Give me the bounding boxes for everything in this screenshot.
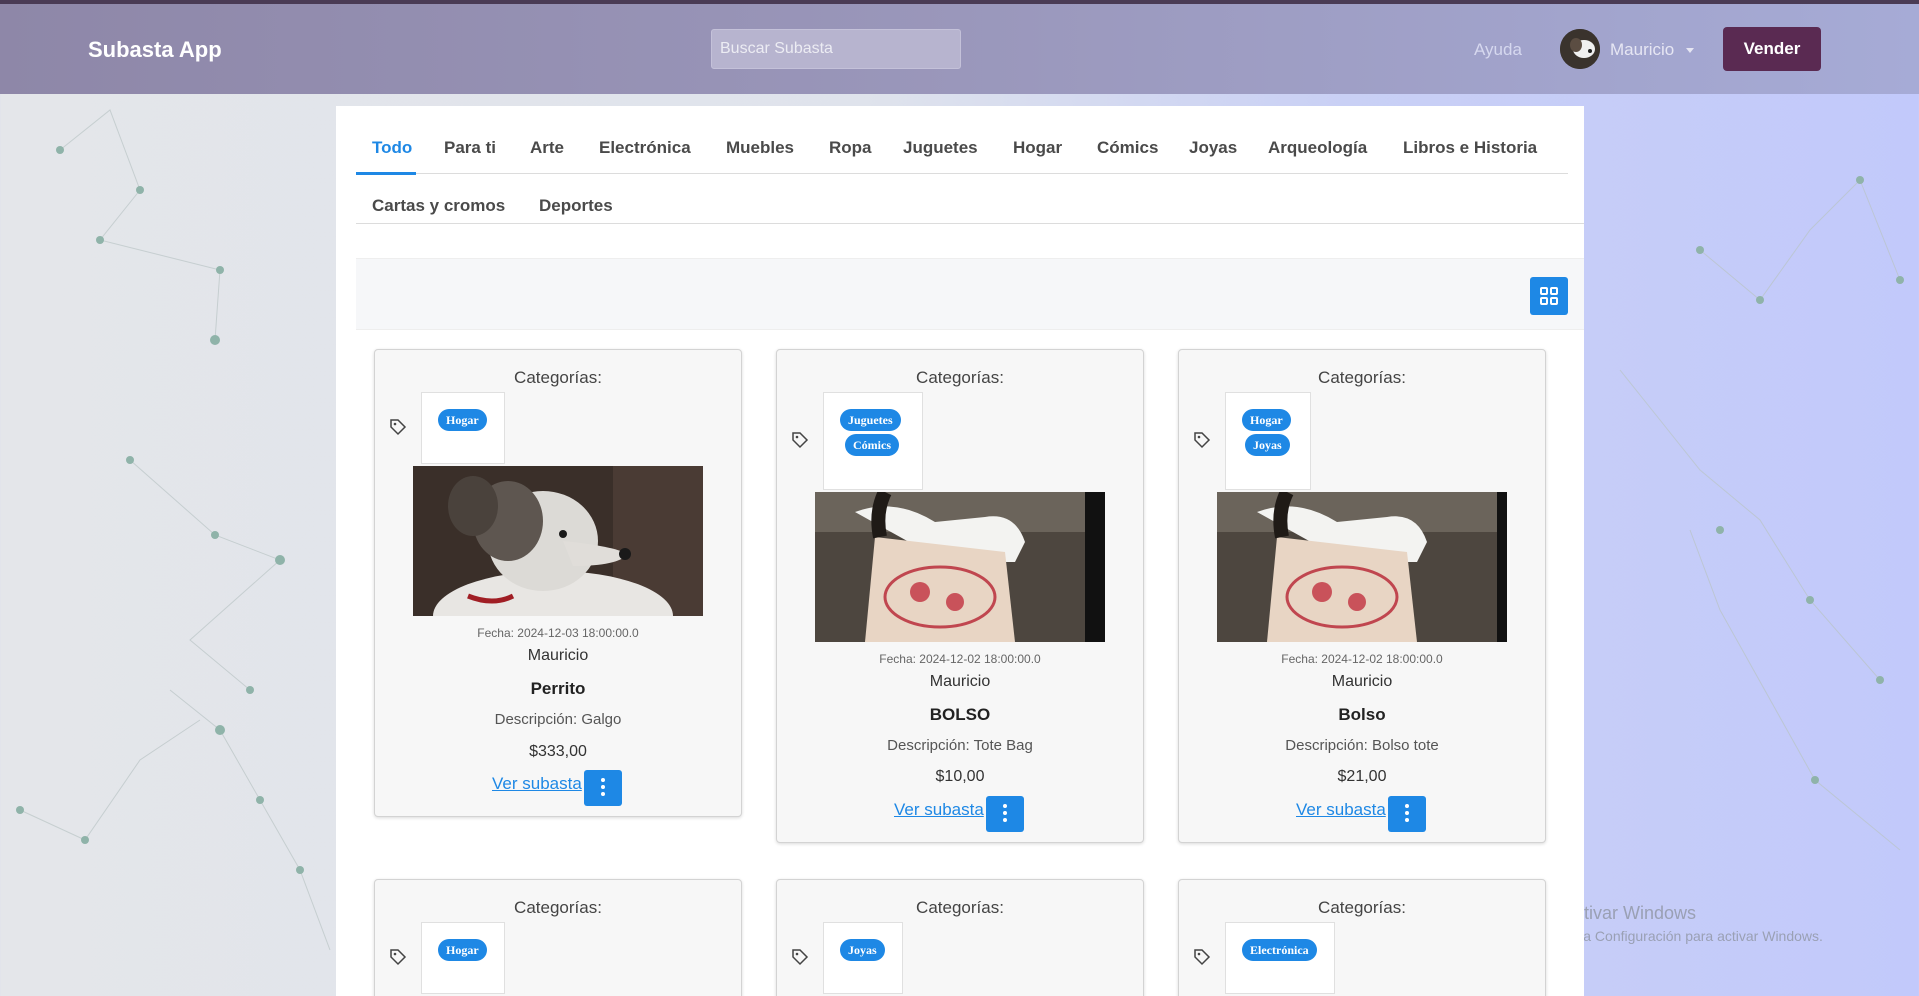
auction-price: $333,00: [529, 743, 587, 760]
auction-description: Descripción: Galgo: [494, 711, 622, 728]
more-options-button[interactable]: [986, 796, 1024, 832]
tag-icon: [390, 419, 407, 436]
tab-cartas-y-cromos[interactable]: Cartas y cromos: [372, 196, 505, 216]
category-tabs: Todo Para ti Arte Electrónica Muebles Ro…: [356, 106, 1568, 175]
auction-author: Mauricio: [1331, 673, 1393, 690]
auction-card: Categorías: Electrónica: [1178, 879, 1546, 996]
categories-box: Hogar Joyas: [1225, 392, 1311, 490]
auction-date: Fecha: 2024-12-02 18:00:00.0: [879, 652, 1041, 666]
tag-icon: [1194, 949, 1211, 966]
kebab-menu-icon: [601, 778, 605, 782]
tab-joyas[interactable]: Joyas: [1189, 138, 1237, 158]
auction-image[interactable]: [413, 466, 703, 616]
category-badge[interactable]: Hogar: [438, 939, 487, 961]
category-badge[interactable]: Hogar: [1242, 409, 1291, 431]
tab-para-ti[interactable]: Para ti: [444, 138, 496, 158]
main-panel: Todo Para ti Arte Electrónica Muebles Ro…: [336, 106, 1584, 996]
tab-juguetes[interactable]: Juguetes: [903, 138, 978, 158]
auction-author: Mauricio: [929, 673, 991, 690]
tab-muebles[interactable]: Muebles: [726, 138, 794, 158]
categories-box: Hogar: [421, 922, 505, 994]
categories-title: Categorías:: [514, 368, 602, 387]
tab-hogar[interactable]: Hogar: [1013, 138, 1062, 158]
grid-icon: [1540, 287, 1558, 305]
more-options-button[interactable]: [1388, 796, 1426, 832]
view-toolbar: [356, 258, 1584, 330]
category-badge[interactable]: Joyas: [840, 939, 885, 961]
tab-arte[interactable]: Arte: [530, 138, 564, 158]
categories-box: Juguetes Cómics: [823, 392, 923, 490]
tab-electronica[interactable]: Electrónica: [599, 138, 691, 158]
auction-card: Categorías: Hogar: [374, 879, 742, 996]
dog-photo: [413, 466, 703, 616]
category-badge[interactable]: Cómics: [845, 434, 899, 456]
auction-card: Categorías: Hogar Joyas Fecha: 2024-12-0…: [1178, 349, 1546, 843]
top-accent-line: [0, 0, 1919, 4]
auction-price: $10,00: [935, 768, 985, 785]
tab-libros-e-historia[interactable]: Libros e Historia: [1403, 138, 1537, 158]
category-badge[interactable]: Joyas: [1245, 434, 1290, 456]
tote-bag-photo: [1217, 492, 1507, 642]
auction-name: Bolso: [1338, 705, 1386, 724]
auction-date: Fecha: 2024-12-02 18:00:00.0: [1281, 652, 1443, 666]
tab-arqueologia[interactable]: Arqueología: [1268, 138, 1367, 158]
category-tabs-row2: Cartas y cromos Deportes: [356, 174, 1584, 224]
categories-title: Categorías:: [1318, 898, 1406, 917]
auction-name: Perrito: [530, 679, 586, 698]
auction-card: Categorías: Hogar Fecha: 2024-12-03 18:0…: [374, 349, 742, 817]
categories-box: Joyas: [823, 922, 903, 994]
tag-icon: [792, 949, 809, 966]
tag-icon: [792, 432, 809, 449]
tag-icon: [1194, 432, 1211, 449]
categories-title: Categorías:: [1318, 368, 1406, 387]
auction-description: Descripción: Tote Bag: [887, 737, 1033, 754]
auction-date: Fecha: 2024-12-03 18:00:00.0: [477, 626, 639, 640]
auction-image[interactable]: [815, 492, 1105, 642]
categories-box: Hogar: [421, 392, 505, 464]
category-badge[interactable]: Hogar: [438, 409, 487, 431]
category-badge[interactable]: Electrónica: [1242, 939, 1317, 961]
search-input[interactable]: [711, 29, 961, 69]
user-avatar[interactable]: [1560, 29, 1600, 69]
tab-ropa[interactable]: Ropa: [829, 138, 872, 158]
categories-title: Categorías:: [916, 368, 1004, 387]
auction-author: Mauricio: [527, 647, 589, 664]
tab-deportes[interactable]: Deportes: [539, 196, 613, 216]
categories-title: Categorías:: [514, 898, 602, 917]
view-auction-link[interactable]: Ver subasta: [894, 800, 984, 820]
brand-logo[interactable]: Subasta App: [88, 37, 222, 63]
kebab-menu-icon: [1405, 804, 1409, 808]
categories-title: Categorías:: [916, 898, 1004, 917]
grid-view-button[interactable]: [1530, 277, 1568, 315]
windows-activation-subtitle: Ve a Configuración para activar Windows.: [1563, 928, 1823, 944]
user-menu-name[interactable]: Mauricio: [1610, 40, 1674, 60]
auction-name: BOLSO: [929, 705, 991, 724]
auction-card: Categorías: Joyas: [776, 879, 1144, 996]
chevron-down-icon[interactable]: [1686, 48, 1694, 53]
auction-image[interactable]: [1217, 492, 1507, 642]
tab-comics[interactable]: Cómics: [1097, 138, 1158, 158]
category-badge[interactable]: Juguetes: [840, 409, 901, 431]
dog-avatar-icon: [1560, 29, 1600, 69]
kebab-menu-icon: [1003, 804, 1007, 808]
tab-todo[interactable]: Todo: [372, 138, 412, 158]
tag-icon: [390, 949, 407, 966]
tote-bag-photo: [815, 492, 1105, 642]
auction-price: $21,00: [1337, 768, 1387, 785]
auction-description: Descripción: Bolso tote: [1285, 737, 1439, 754]
view-auction-link[interactable]: Ver subasta: [492, 774, 582, 794]
more-options-button[interactable]: [584, 770, 622, 806]
navbar: Subasta App Ayuda Mauricio Vender: [0, 4, 1919, 94]
view-auction-link[interactable]: Ver subasta: [1296, 800, 1386, 820]
categories-box: Electrónica: [1225, 922, 1335, 994]
sell-button[interactable]: Vender: [1723, 27, 1821, 71]
help-link[interactable]: Ayuda: [1474, 40, 1522, 60]
auction-card: Categorías: Juguetes Cómics Fecha: 2024-…: [776, 349, 1144, 843]
